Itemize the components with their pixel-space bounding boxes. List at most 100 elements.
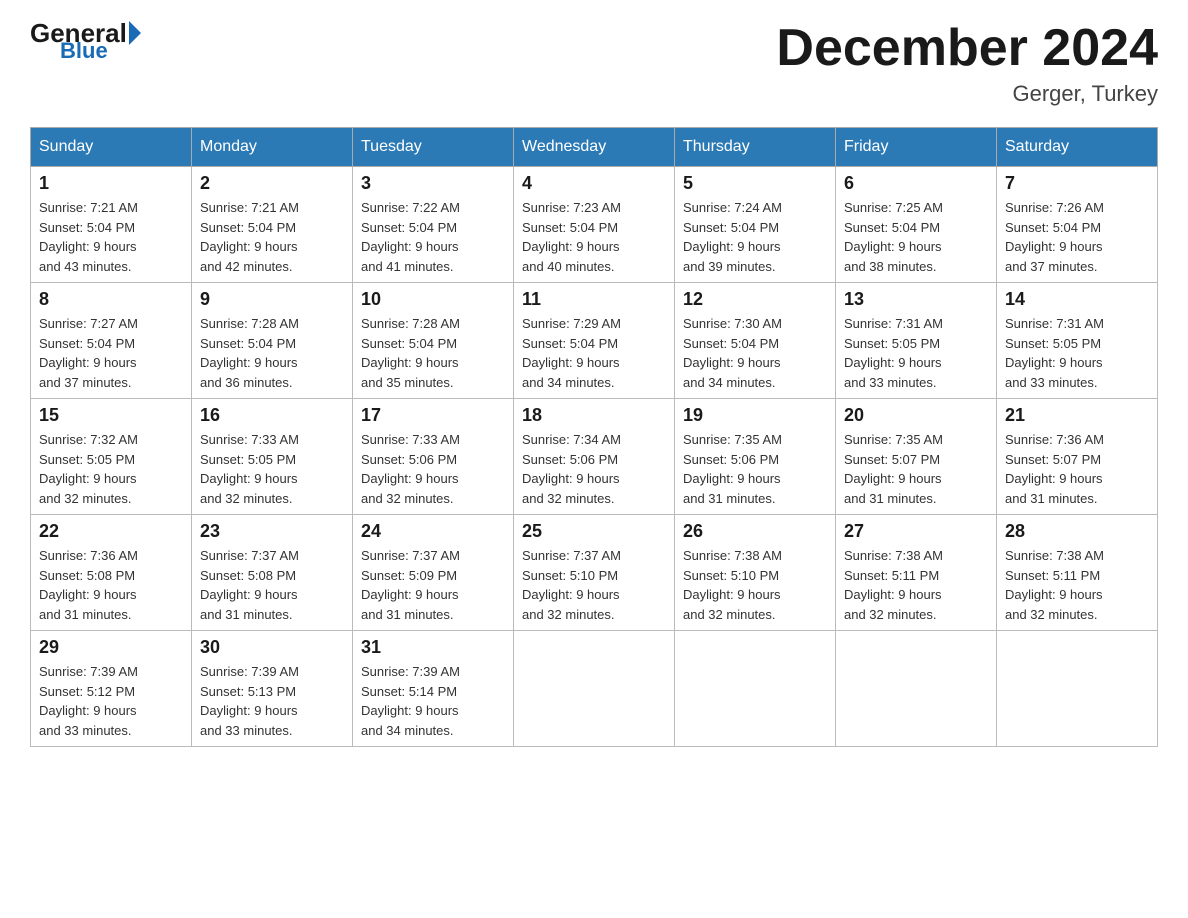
calendar-cell	[997, 631, 1158, 747]
calendar-cell: 21 Sunrise: 7:36 AM Sunset: 5:07 PM Dayl…	[997, 399, 1158, 515]
day-number: 5	[683, 173, 827, 194]
day-info: Sunrise: 7:31 AM Sunset: 5:05 PM Dayligh…	[1005, 314, 1149, 392]
calendar-cell: 8 Sunrise: 7:27 AM Sunset: 5:04 PM Dayli…	[31, 283, 192, 399]
calendar-cell: 31 Sunrise: 7:39 AM Sunset: 5:14 PM Dayl…	[353, 631, 514, 747]
calendar-week-row: 29 Sunrise: 7:39 AM Sunset: 5:12 PM Dayl…	[31, 631, 1158, 747]
calendar-header-sunday: Sunday	[31, 128, 192, 167]
day-info: Sunrise: 7:38 AM Sunset: 5:11 PM Dayligh…	[844, 546, 988, 624]
day-info: Sunrise: 7:38 AM Sunset: 5:11 PM Dayligh…	[1005, 546, 1149, 624]
day-info: Sunrise: 7:26 AM Sunset: 5:04 PM Dayligh…	[1005, 198, 1149, 276]
day-info: Sunrise: 7:25 AM Sunset: 5:04 PM Dayligh…	[844, 198, 988, 276]
calendar-cell: 9 Sunrise: 7:28 AM Sunset: 5:04 PM Dayli…	[192, 283, 353, 399]
day-info: Sunrise: 7:22 AM Sunset: 5:04 PM Dayligh…	[361, 198, 505, 276]
calendar-header-row: SundayMondayTuesdayWednesdayThursdayFrid…	[31, 128, 1158, 167]
day-number: 18	[522, 405, 666, 426]
day-info: Sunrise: 7:39 AM Sunset: 5:13 PM Dayligh…	[200, 662, 344, 740]
calendar-cell: 29 Sunrise: 7:39 AM Sunset: 5:12 PM Dayl…	[31, 631, 192, 747]
day-number: 1	[39, 173, 183, 194]
calendar-cell: 7 Sunrise: 7:26 AM Sunset: 5:04 PM Dayli…	[997, 167, 1158, 283]
day-number: 25	[522, 521, 666, 542]
calendar-week-row: 22 Sunrise: 7:36 AM Sunset: 5:08 PM Dayl…	[31, 515, 1158, 631]
calendar-cell: 20 Sunrise: 7:35 AM Sunset: 5:07 PM Dayl…	[836, 399, 997, 515]
day-number: 15	[39, 405, 183, 426]
calendar-cell: 11 Sunrise: 7:29 AM Sunset: 5:04 PM Dayl…	[514, 283, 675, 399]
calendar-cell: 3 Sunrise: 7:22 AM Sunset: 5:04 PM Dayli…	[353, 167, 514, 283]
calendar-header-saturday: Saturday	[997, 128, 1158, 167]
calendar-cell: 27 Sunrise: 7:38 AM Sunset: 5:11 PM Dayl…	[836, 515, 997, 631]
day-number: 3	[361, 173, 505, 194]
day-info: Sunrise: 7:37 AM Sunset: 5:08 PM Dayligh…	[200, 546, 344, 624]
day-number: 20	[844, 405, 988, 426]
day-number: 4	[522, 173, 666, 194]
calendar-header-thursday: Thursday	[675, 128, 836, 167]
day-info: Sunrise: 7:32 AM Sunset: 5:05 PM Dayligh…	[39, 430, 183, 508]
day-number: 13	[844, 289, 988, 310]
calendar-cell: 13 Sunrise: 7:31 AM Sunset: 5:05 PM Dayl…	[836, 283, 997, 399]
day-number: 19	[683, 405, 827, 426]
day-info: Sunrise: 7:37 AM Sunset: 5:09 PM Dayligh…	[361, 546, 505, 624]
day-number: 10	[361, 289, 505, 310]
calendar-cell: 14 Sunrise: 7:31 AM Sunset: 5:05 PM Dayl…	[997, 283, 1158, 399]
day-info: Sunrise: 7:34 AM Sunset: 5:06 PM Dayligh…	[522, 430, 666, 508]
calendar-week-row: 1 Sunrise: 7:21 AM Sunset: 5:04 PM Dayli…	[31, 167, 1158, 283]
calendar-cell: 23 Sunrise: 7:37 AM Sunset: 5:08 PM Dayl…	[192, 515, 353, 631]
day-info: Sunrise: 7:28 AM Sunset: 5:04 PM Dayligh…	[361, 314, 505, 392]
calendar-title-area: December 2024 Gerger, Turkey	[776, 20, 1158, 107]
day-info: Sunrise: 7:31 AM Sunset: 5:05 PM Dayligh…	[844, 314, 988, 392]
calendar-header-tuesday: Tuesday	[353, 128, 514, 167]
day-number: 24	[361, 521, 505, 542]
day-number: 8	[39, 289, 183, 310]
calendar-cell: 22 Sunrise: 7:36 AM Sunset: 5:08 PM Dayl…	[31, 515, 192, 631]
logo-blue-text: Blue	[60, 38, 108, 64]
calendar-cell	[836, 631, 997, 747]
calendar-cell: 30 Sunrise: 7:39 AM Sunset: 5:13 PM Dayl…	[192, 631, 353, 747]
day-number: 16	[200, 405, 344, 426]
day-number: 22	[39, 521, 183, 542]
calendar-cell: 15 Sunrise: 7:32 AM Sunset: 5:05 PM Dayl…	[31, 399, 192, 515]
day-info: Sunrise: 7:28 AM Sunset: 5:04 PM Dayligh…	[200, 314, 344, 392]
calendar-header-friday: Friday	[836, 128, 997, 167]
day-number: 31	[361, 637, 505, 658]
calendar-cell: 19 Sunrise: 7:35 AM Sunset: 5:06 PM Dayl…	[675, 399, 836, 515]
day-info: Sunrise: 7:23 AM Sunset: 5:04 PM Dayligh…	[522, 198, 666, 276]
calendar-cell: 25 Sunrise: 7:37 AM Sunset: 5:10 PM Dayl…	[514, 515, 675, 631]
calendar-table: SundayMondayTuesdayWednesdayThursdayFrid…	[30, 127, 1158, 747]
day-number: 14	[1005, 289, 1149, 310]
day-info: Sunrise: 7:39 AM Sunset: 5:14 PM Dayligh…	[361, 662, 505, 740]
calendar-cell: 17 Sunrise: 7:33 AM Sunset: 5:06 PM Dayl…	[353, 399, 514, 515]
calendar-cell: 2 Sunrise: 7:21 AM Sunset: 5:04 PM Dayli…	[192, 167, 353, 283]
calendar-header-wednesday: Wednesday	[514, 128, 675, 167]
calendar-cell	[675, 631, 836, 747]
day-info: Sunrise: 7:36 AM Sunset: 5:07 PM Dayligh…	[1005, 430, 1149, 508]
calendar-cell: 10 Sunrise: 7:28 AM Sunset: 5:04 PM Dayl…	[353, 283, 514, 399]
day-number: 21	[1005, 405, 1149, 426]
calendar-cell: 16 Sunrise: 7:33 AM Sunset: 5:05 PM Dayl…	[192, 399, 353, 515]
calendar-week-row: 8 Sunrise: 7:27 AM Sunset: 5:04 PM Dayli…	[31, 283, 1158, 399]
day-info: Sunrise: 7:29 AM Sunset: 5:04 PM Dayligh…	[522, 314, 666, 392]
day-number: 12	[683, 289, 827, 310]
day-number: 26	[683, 521, 827, 542]
day-info: Sunrise: 7:36 AM Sunset: 5:08 PM Dayligh…	[39, 546, 183, 624]
day-number: 30	[200, 637, 344, 658]
calendar-cell	[514, 631, 675, 747]
day-number: 28	[1005, 521, 1149, 542]
calendar-cell: 28 Sunrise: 7:38 AM Sunset: 5:11 PM Dayl…	[997, 515, 1158, 631]
day-number: 9	[200, 289, 344, 310]
calendar-cell: 1 Sunrise: 7:21 AM Sunset: 5:04 PM Dayli…	[31, 167, 192, 283]
calendar-week-row: 15 Sunrise: 7:32 AM Sunset: 5:05 PM Dayl…	[31, 399, 1158, 515]
day-info: Sunrise: 7:27 AM Sunset: 5:04 PM Dayligh…	[39, 314, 183, 392]
calendar-cell: 26 Sunrise: 7:38 AM Sunset: 5:10 PM Dayl…	[675, 515, 836, 631]
day-number: 11	[522, 289, 666, 310]
calendar-cell: 24 Sunrise: 7:37 AM Sunset: 5:09 PM Dayl…	[353, 515, 514, 631]
day-number: 23	[200, 521, 344, 542]
location-title: Gerger, Turkey	[776, 81, 1158, 107]
day-info: Sunrise: 7:33 AM Sunset: 5:05 PM Dayligh…	[200, 430, 344, 508]
day-info: Sunrise: 7:38 AM Sunset: 5:10 PM Dayligh…	[683, 546, 827, 624]
calendar-cell: 6 Sunrise: 7:25 AM Sunset: 5:04 PM Dayli…	[836, 167, 997, 283]
day-info: Sunrise: 7:37 AM Sunset: 5:10 PM Dayligh…	[522, 546, 666, 624]
day-number: 6	[844, 173, 988, 194]
logo: General Blue	[30, 20, 143, 64]
day-info: Sunrise: 7:35 AM Sunset: 5:06 PM Dayligh…	[683, 430, 827, 508]
day-number: 29	[39, 637, 183, 658]
day-number: 27	[844, 521, 988, 542]
